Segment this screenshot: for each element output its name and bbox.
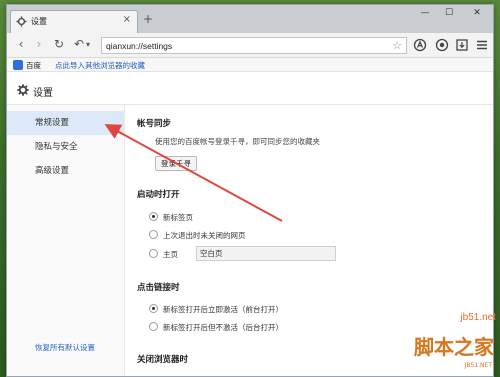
radio-label: 新标签打开后但不激活（后台打开） bbox=[163, 323, 283, 332]
reload-button[interactable]: ↻ bbox=[51, 37, 67, 53]
account-sync-desc: 使用您的百度帐号登录千寻，即可同步您的收藏夹 bbox=[155, 137, 320, 146]
radio-button[interactable] bbox=[149, 322, 158, 331]
address-bar[interactable]: qianxun://settings ☆ bbox=[101, 37, 407, 54]
tab-title: 设置 bbox=[31, 17, 47, 26]
gear-icon bbox=[17, 84, 29, 96]
forward-button[interactable]: › bbox=[31, 37, 47, 53]
sidebar-item-privacy[interactable]: 隐私与安全 bbox=[7, 135, 124, 159]
sidebar-item-advanced[interactable]: 高级设置 bbox=[7, 159, 124, 183]
section-close-browser: 关闭浏览器时 bbox=[137, 353, 188, 365]
radio-label: 新标签页 bbox=[163, 213, 193, 222]
toolbar: ‹ › ↻ ↶ ▾ qianxun://settings ☆ bbox=[7, 33, 493, 58]
new-tab-button[interactable]: + bbox=[141, 13, 155, 27]
settings-sidebar: 常规设置 隐私与安全 高级设置 恢复所有默认设置 bbox=[7, 105, 125, 376]
sync-icon[interactable] bbox=[435, 38, 449, 52]
download-icon[interactable] bbox=[455, 38, 469, 52]
browser-window: 设置 × + — ☐ ✕ ‹ › ↻ ↶ ▾ qianxun://setting… bbox=[6, 4, 494, 377]
section-link-click: 点击链接时 bbox=[137, 281, 180, 293]
address-text: qianxun://settings bbox=[106, 41, 173, 51]
login-button[interactable]: 登录千寻 bbox=[155, 156, 197, 171]
back-button[interactable]: ‹ bbox=[13, 37, 29, 53]
restore-defaults-link[interactable]: 恢复所有默认设置 bbox=[35, 342, 95, 353]
section-startup: 启动时打开 bbox=[137, 188, 180, 200]
import-bookmarks-link[interactable]: 点此导入其他浏览器的收藏 bbox=[55, 60, 145, 71]
menu-icon[interactable] bbox=[475, 38, 489, 52]
radio-button[interactable] bbox=[149, 212, 158, 221]
minimize-button[interactable]: — bbox=[413, 5, 437, 23]
radio-button[interactable] bbox=[149, 304, 158, 313]
section-title: 帐号同步 bbox=[137, 119, 172, 129]
watermark-domain: JB51.NET bbox=[464, 362, 492, 369]
bookmark-star-icon[interactable]: ☆ bbox=[392, 39, 402, 52]
homepage-field[interactable]: 空白页 bbox=[196, 246, 336, 261]
baidu-favicon-icon bbox=[13, 60, 23, 70]
sidebar-item-general[interactable]: 常规设置 bbox=[7, 111, 124, 135]
tab-strip: 设置 × + — ☐ ✕ bbox=[7, 5, 493, 33]
section-account-sync: 帐号同步 bbox=[137, 117, 171, 129]
radio-label: 上次退出时未关闭的网页 bbox=[163, 231, 246, 240]
radio-label: 主页 bbox=[163, 250, 178, 259]
close-window-button[interactable]: ✕ bbox=[461, 5, 493, 23]
undo-dropdown-icon[interactable]: ▾ bbox=[83, 37, 93, 53]
bookmarks-bar: 百度 点此导入其他浏览器的收藏 bbox=[7, 58, 493, 72]
radio-button[interactable] bbox=[149, 230, 158, 239]
gear-icon bbox=[16, 16, 27, 27]
tab-settings[interactable]: 设置 × bbox=[10, 10, 138, 33]
watermark-logo: 脚本之家 bbox=[414, 335, 494, 359]
radio-button[interactable] bbox=[149, 249, 158, 258]
page-title: 设置 bbox=[33, 88, 53, 99]
section-title: 启动时打开 bbox=[137, 190, 180, 200]
radio-label: 新标签打开后立即激活（前台打开） bbox=[163, 305, 283, 314]
bookmark-baidu[interactable]: 百度 bbox=[26, 60, 41, 71]
watermark-url: jb51.net bbox=[460, 312, 496, 323]
maximize-button[interactable]: ☐ bbox=[437, 5, 461, 23]
section-title: 关闭浏览器时 bbox=[137, 355, 189, 365]
adblock-icon[interactable] bbox=[413, 38, 427, 52]
close-tab-icon[interactable]: × bbox=[123, 14, 131, 25]
settings-header: 设置 bbox=[7, 73, 493, 105]
window-controls: — ☐ ✕ bbox=[413, 5, 493, 23]
section-title: 点击链接时 bbox=[137, 283, 180, 293]
